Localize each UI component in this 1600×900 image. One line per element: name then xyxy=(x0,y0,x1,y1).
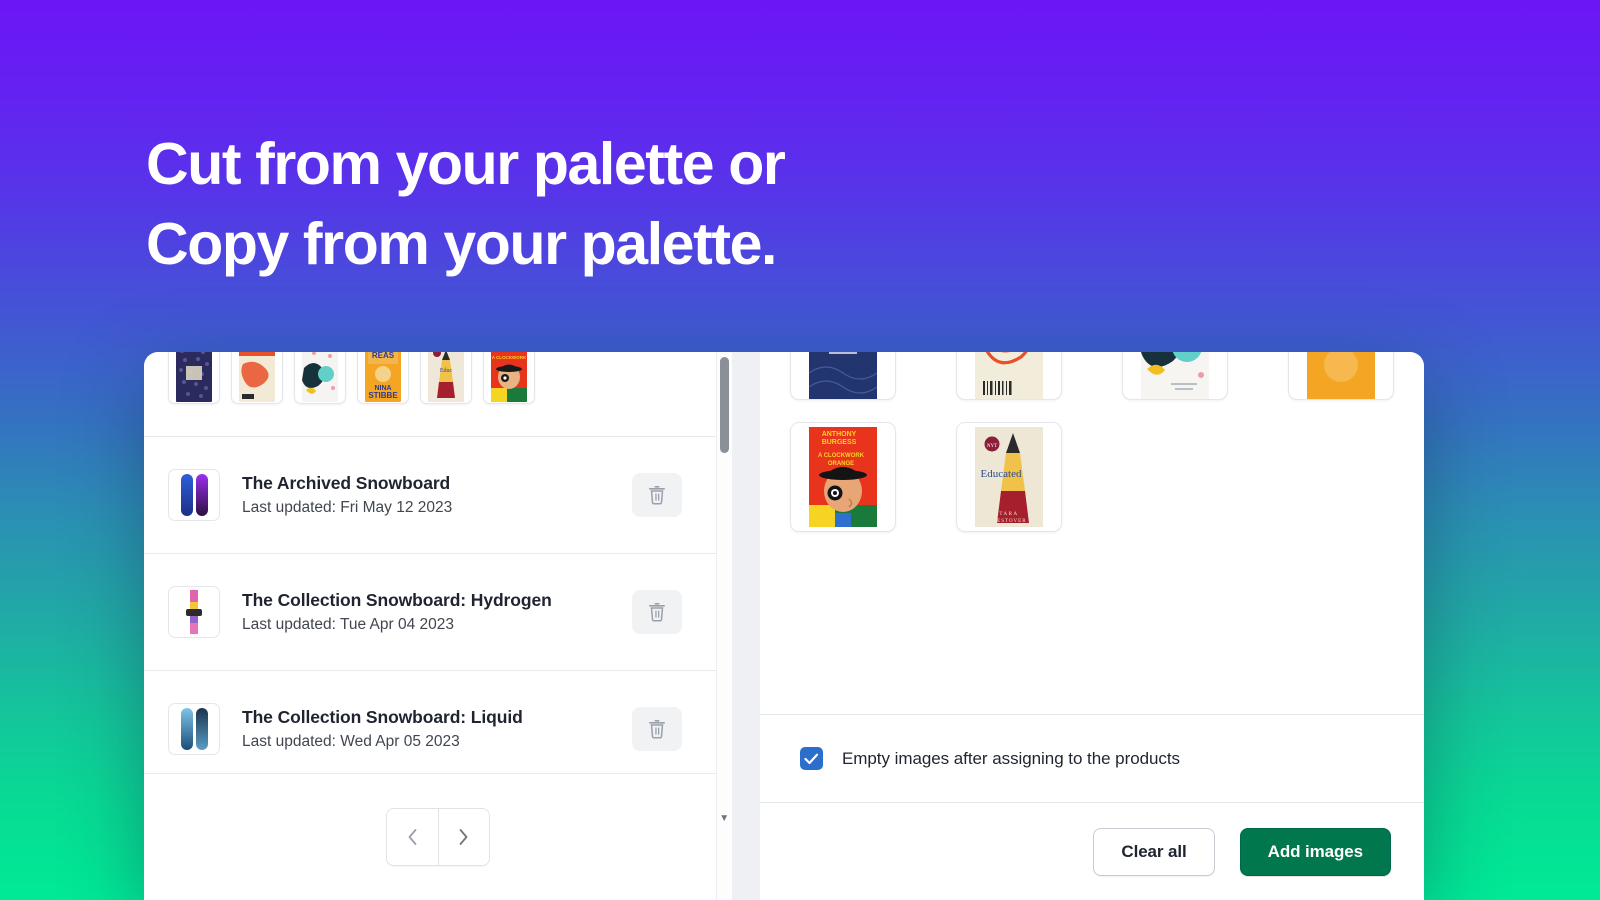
product-thumbnail xyxy=(168,469,220,521)
chevron-left-icon xyxy=(408,829,417,845)
palette-thumbnail-strip: REAS NINA STIBBE Educ ANTHONY A xyxy=(144,352,732,436)
palette-thumb-reasons-nina-stibbe-cover[interactable]: REAS NINA STIBBE xyxy=(357,352,409,404)
left-panel-scrollbar[interactable]: ▼ xyxy=(715,352,732,900)
add-images-button[interactable]: Add images xyxy=(1239,827,1391,876)
palette-thumb-navy-patterned-cover[interactable] xyxy=(168,352,220,404)
product-list: The Archived Snowboard Last updated: Fri… xyxy=(144,437,732,773)
pagination-group xyxy=(385,808,490,866)
palette-thumb-teal-illustrated-cover[interactable] xyxy=(294,352,346,404)
image-tile-reasons-nina-stibbe-cover[interactable]: "" NINA STIBBE xyxy=(1288,352,1394,400)
product-thumbnail xyxy=(168,586,220,638)
svg-text:TARA: TARA xyxy=(999,512,1018,517)
svg-text:A CLOCKWORK: A CLOCKWORK xyxy=(492,355,527,360)
delete-product-button[interactable] xyxy=(631,590,682,634)
trash-icon xyxy=(648,720,665,739)
svg-text:WESTOVER: WESTOVER xyxy=(991,519,1026,524)
image-tile-orange-goldfinch-cover[interactable] xyxy=(956,352,1062,400)
hero-line-2: Copy from your palette. xyxy=(146,211,777,277)
svg-text:BURGESS: BURGESS xyxy=(822,439,857,446)
palette-thumb-clockwork-orange-cover[interactable]: ANTHONY A CLOCKWORK xyxy=(483,352,535,404)
delete-product-button[interactable] xyxy=(631,473,682,517)
clear-all-button[interactable]: Clear all xyxy=(1093,827,1215,876)
product-subtitle: Last updated: Tue Apr 04 2023 xyxy=(242,616,455,633)
image-tile-educated-cover[interactable]: NYT Educated TARA WESTOVER xyxy=(956,422,1062,532)
pagination-bar xyxy=(144,773,732,900)
svg-text:NYT: NYT xyxy=(987,444,997,449)
image-grid-row-2: ANTHONY BURGESS A CLOCKWORK ORANGE NYT E… xyxy=(790,422,1394,532)
delete-product-button[interactable] xyxy=(631,707,682,751)
product-subtitle: Last updated: Wed Apr 05 2023 xyxy=(242,733,460,750)
panel-gutter xyxy=(731,352,760,900)
svg-text:REAS: REAS xyxy=(372,352,395,360)
check-icon xyxy=(804,753,819,764)
pagination-next-button[interactable] xyxy=(437,809,489,865)
product-title: The Collection Snowboard: Hydrogen xyxy=(242,590,552,610)
palette-thumb-orange-goldfinch-cover[interactable] xyxy=(231,352,283,404)
hero-line-1: Cut from your palette or xyxy=(146,131,786,197)
table-row[interactable]: The Collection Snowboard: Liquid Last up… xyxy=(144,671,732,773)
images-panel: "" NINA STIBBE ANTHONY BURGESS A CLOCKWO… xyxy=(760,352,1424,900)
product-title: The Collection Snowboard: Liquid xyxy=(242,707,523,727)
image-grid-area: "" NINA STIBBE ANTHONY BURGESS A CLOCKWO… xyxy=(760,352,1424,714)
chevron-right-icon xyxy=(459,829,468,845)
products-panel: REAS NINA STIBBE Educ ANTHONY A xyxy=(144,352,732,900)
svg-text:ORANGE: ORANGE xyxy=(828,461,854,467)
product-title: The Archived Snowboard xyxy=(242,473,451,493)
palette-thumb-educated-cover[interactable]: Educ xyxy=(420,352,472,404)
table-row[interactable]: The Collection Snowboard: Hydrogen Last … xyxy=(144,554,732,671)
svg-text:A CLOCKWORK: A CLOCKWORK xyxy=(818,453,865,459)
pagination-previous-button[interactable] xyxy=(386,809,438,865)
svg-text:ANTHONY: ANTHONY xyxy=(822,431,857,438)
empty-images-checkbox-label: Empty images after assigning to the prod… xyxy=(842,748,1180,768)
scrollbar-thumb[interactable] xyxy=(719,357,729,453)
empty-images-checkbox[interactable] xyxy=(800,747,823,770)
product-subtitle: Last updated: Fri May 12 2023 xyxy=(242,499,453,516)
svg-text:ANTHONY: ANTHONY xyxy=(497,352,522,354)
image-tile-teal-illustrated-cover[interactable] xyxy=(1122,352,1228,400)
image-tile-navy-patterned-cover[interactable] xyxy=(790,352,896,400)
modal-actions: Clear all Add images xyxy=(760,802,1424,900)
svg-text:Educ: Educ xyxy=(440,368,453,374)
trash-icon xyxy=(648,486,665,505)
svg-text:STIBBE: STIBBE xyxy=(368,391,398,400)
empty-images-option-row: Empty images after assigning to the prod… xyxy=(760,714,1424,802)
svg-text:Educated: Educated xyxy=(981,468,1022,480)
trash-icon xyxy=(648,603,665,622)
image-tile-clockwork-orange-cover[interactable]: ANTHONY BURGESS A CLOCKWORK ORANGE xyxy=(790,422,896,532)
product-thumbnail xyxy=(168,703,220,755)
image-grid-row-1: "" NINA STIBBE xyxy=(790,352,1394,400)
table-row[interactable]: The Archived Snowboard Last updated: Fri… xyxy=(144,437,732,554)
caret-down-icon[interactable]: ▼ xyxy=(717,814,732,824)
hero-heading: Cut from your palette or Copy from your … xyxy=(146,124,1146,284)
image-assignment-modal: REAS NINA STIBBE Educ ANTHONY A xyxy=(144,352,1424,900)
